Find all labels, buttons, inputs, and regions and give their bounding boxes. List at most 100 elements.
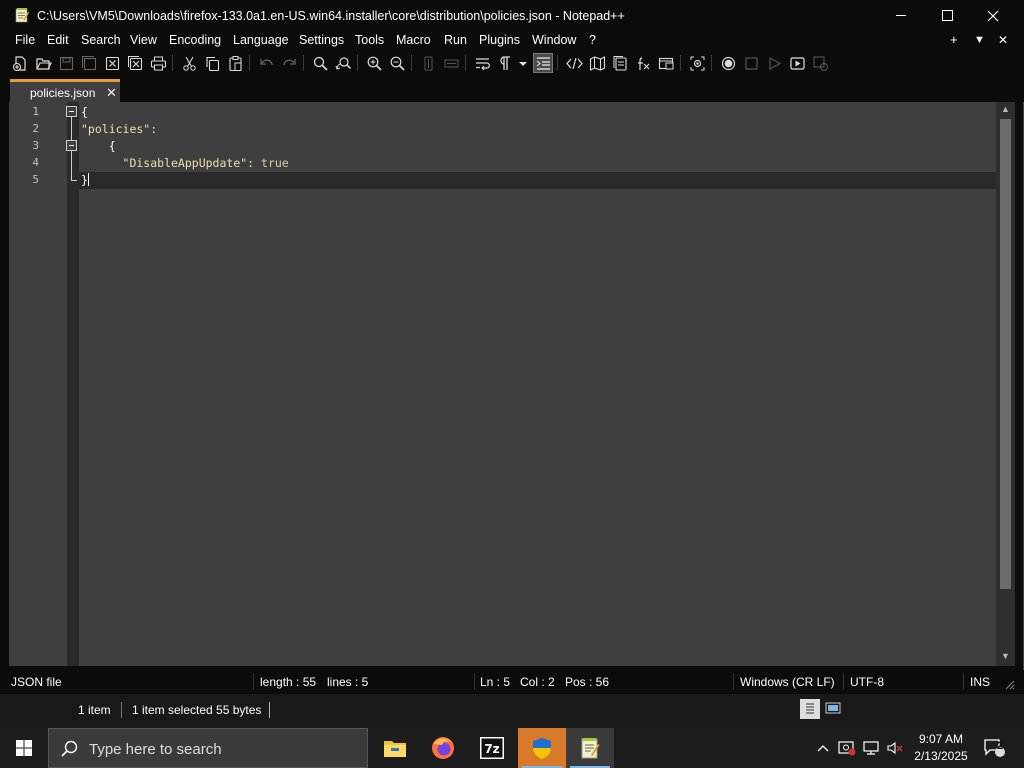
indent-guide-button[interactable] — [533, 53, 553, 73]
print-button[interactable] — [148, 53, 168, 73]
playback-button[interactable] — [764, 53, 784, 73]
paste-button[interactable] — [225, 53, 245, 73]
tray-overflow-button[interactable] — [813, 728, 833, 768]
status-eol[interactable]: Windows (CR LF) — [740, 675, 835, 689]
file-explorer-icon — [384, 741, 406, 757]
close-window-button[interactable] — [970, 0, 1016, 31]
menu-window[interactable]: Window — [532, 33, 576, 47]
sync-vertical-button[interactable] — [418, 53, 438, 73]
large-icons-view-icon — [825, 702, 841, 714]
new-tab-plus-button[interactable]: + — [950, 32, 958, 47]
resize-grip-icon[interactable] — [1005, 680, 1015, 690]
status-insert-mode[interactable]: INS — [970, 675, 990, 689]
network-wired-icon — [863, 741, 879, 755]
replace-button[interactable] — [333, 53, 353, 73]
cut-button[interactable] — [179, 53, 199, 73]
menu-language[interactable]: Language — [233, 33, 289, 47]
toolbar-separator — [303, 55, 304, 71]
toolbar — [0, 51, 1024, 77]
monitoring-button[interactable] — [687, 53, 707, 73]
line-number-gutter: 1 2 3 4 5 — [9, 102, 67, 666]
menu-plugins[interactable]: Plugins — [479, 33, 520, 47]
tab-close-icon[interactable]: ✕ — [106, 85, 117, 101]
search-icon — [61, 740, 78, 757]
taskbar-notepadpp[interactable] — [566, 728, 614, 768]
toolbar-separator — [411, 55, 412, 71]
toolbar-separator — [711, 55, 712, 71]
notification-center-button[interactable]: 2 — [978, 728, 1010, 768]
folder-as-workspace-button[interactable] — [656, 53, 676, 73]
show-all-characters-button[interactable] — [495, 53, 515, 73]
taskbar-file-explorer[interactable] — [371, 728, 419, 768]
close-file-icon — [105, 56, 119, 70]
code-line: { — [81, 105, 88, 119]
7zip-icon: 7z — [480, 737, 504, 759]
fold-margin — [67, 102, 79, 666]
document-list-button[interactable] — [610, 53, 630, 73]
save-button[interactable] — [56, 53, 76, 73]
maximize-button[interactable] — [924, 0, 970, 31]
find-button[interactable] — [310, 53, 330, 73]
vertical-scrollbar[interactable]: ▲ ▼ — [996, 102, 1015, 666]
scroll-down-arrow-icon[interactable]: ▼ — [1000, 651, 1011, 665]
copy-button[interactable] — [202, 53, 222, 73]
menu-edit[interactable]: Edit — [47, 33, 69, 47]
fold-toggle-icon[interactable] — [66, 140, 77, 151]
zoom-in-icon — [367, 56, 382, 71]
zoom-in-button[interactable] — [364, 53, 384, 73]
tray-network-icon[interactable] — [860, 728, 882, 768]
tab-list-dropdown-button[interactable]: ▼ — [974, 34, 985, 46]
start-button[interactable] — [0, 728, 48, 768]
zoom-out-button[interactable] — [387, 53, 407, 73]
taskbar-7zip[interactable]: 7z — [468, 728, 516, 768]
undo-button[interactable] — [256, 53, 276, 73]
status-encoding[interactable]: UTF-8 — [850, 675, 884, 689]
save-macro-button[interactable] — [810, 53, 830, 73]
word-wrap-button[interactable] — [472, 53, 492, 73]
tray-security-icon[interactable] — [836, 728, 858, 768]
menu-run[interactable]: Run — [444, 33, 467, 47]
minimize-button[interactable] — [878, 0, 924, 31]
save-all-button[interactable] — [79, 53, 99, 73]
redo-button[interactable] — [279, 53, 299, 73]
new-file-button[interactable] — [10, 53, 30, 73]
save-all-icon — [81, 55, 96, 70]
details-view-button[interactable] — [800, 699, 820, 719]
open-file-button[interactable] — [33, 53, 53, 73]
scrollbar-thumb[interactable] — [1000, 119, 1011, 589]
system-clock[interactable]: 9:07 AM 2/13/2025 — [908, 731, 974, 765]
editor-area[interactable]: 1 2 3 4 5 { "policies": { "DisableAppUpd… — [9, 102, 1015, 666]
fold-toggle-icon[interactable] — [66, 106, 77, 117]
sync-horizontal-button[interactable] — [441, 53, 461, 73]
large-icons-view-button[interactable] — [823, 699, 843, 719]
menu-settings[interactable]: Settings — [299, 33, 344, 47]
function-list-button[interactable] — [633, 53, 653, 73]
taskbar-firefox[interactable] — [419, 728, 467, 768]
document-map-button[interactable] — [587, 53, 607, 73]
menu-search[interactable]: Search — [81, 33, 121, 47]
tab-policies-json[interactable]: policies.json ✕ — [10, 79, 120, 102]
line-number: 2 — [32, 122, 39, 135]
explorer-status-strip: 1 item 1 item selected 55 bytes — [0, 694, 1024, 728]
play-icon — [768, 56, 781, 70]
status-separator — [253, 673, 254, 690]
menu-help[interactable]: ? — [589, 33, 596, 47]
scroll-up-arrow-icon[interactable]: ▲ — [1000, 104, 1011, 118]
taskbar-setup-shield[interactable] — [518, 728, 566, 768]
menu-macro[interactable]: Macro — [396, 33, 431, 47]
close-all-button[interactable] — [125, 53, 145, 73]
taskbar: Type here to search 7z 9:07 AM 2/13/2025… — [0, 728, 1024, 768]
user-defined-language-button[interactable] — [564, 53, 584, 73]
record-macro-button[interactable] — [718, 53, 738, 73]
menu-encoding[interactable]: Encoding — [169, 33, 221, 47]
show-symbol-dropdown[interactable] — [516, 53, 530, 73]
tray-volume-icon[interactable] — [884, 728, 906, 768]
run-macro-multiple-button[interactable] — [787, 53, 807, 73]
close-document-button[interactable]: ✕ — [998, 33, 1008, 47]
close-file-button[interactable] — [102, 53, 122, 73]
menu-view[interactable]: View — [130, 33, 157, 47]
taskbar-search-box[interactable]: Type here to search — [48, 728, 368, 768]
menu-tools[interactable]: Tools — [355, 33, 384, 47]
menu-file[interactable]: File — [15, 33, 35, 47]
stop-recording-button[interactable] — [741, 53, 761, 73]
